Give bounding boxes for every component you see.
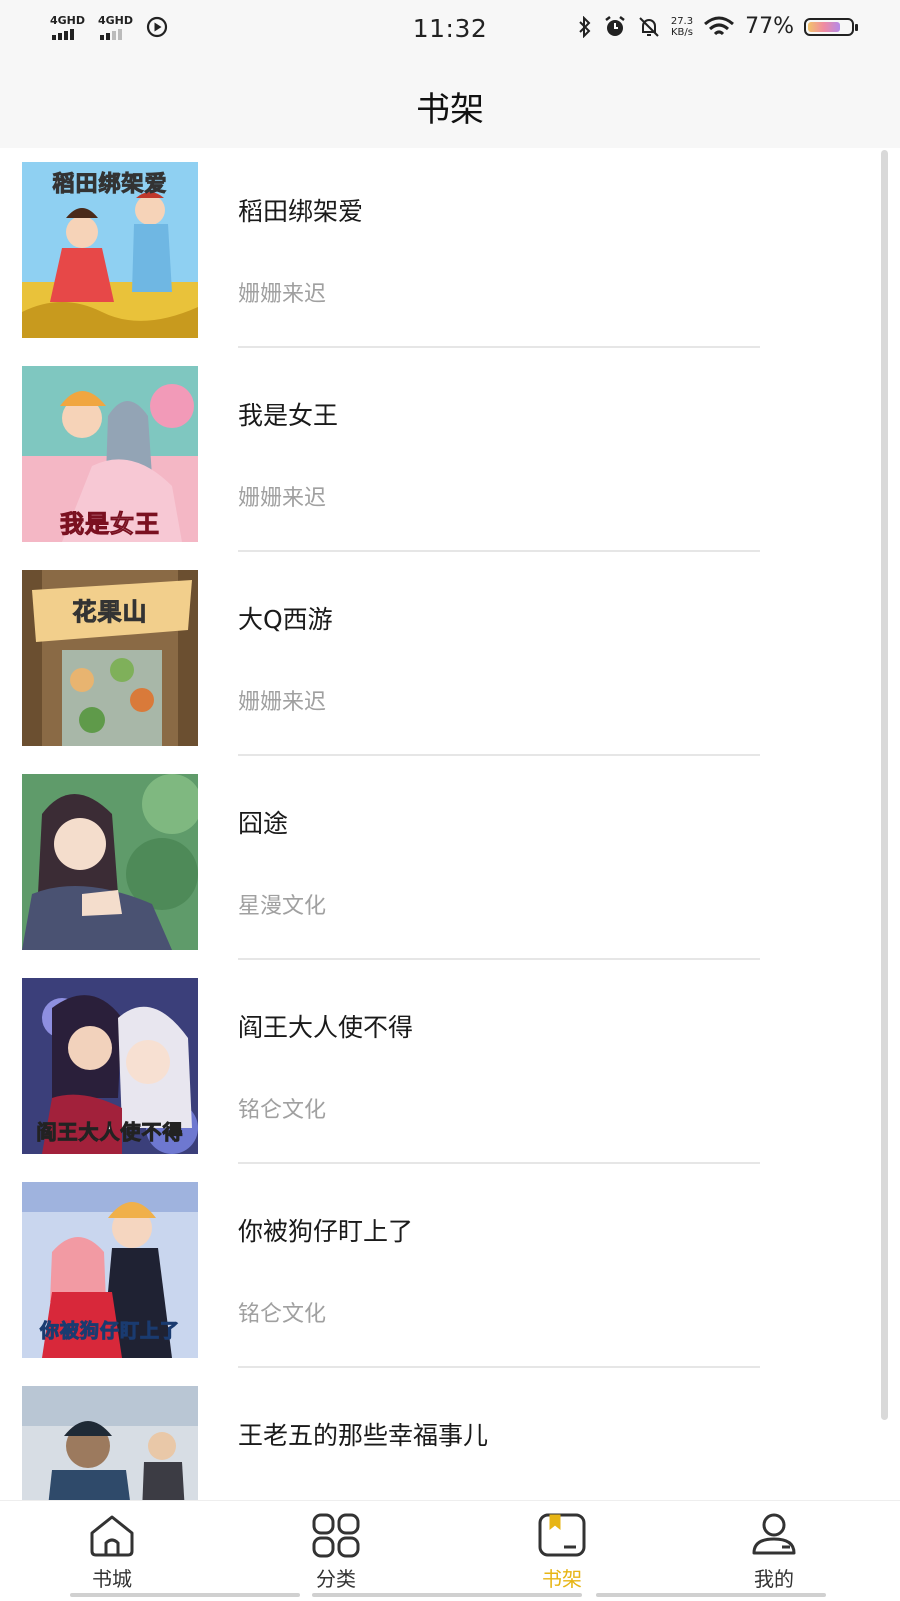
book-item[interactable]: 阎王大人使不得 阎王大人使不得 铭仑文化 bbox=[0, 964, 900, 1168]
book-title[interactable]: 王老五的那些幸福事儿 bbox=[238, 1416, 488, 1452]
book-item[interactable]: 我是女王 我是女王 姗姗来迟 bbox=[0, 352, 900, 556]
alarm-icon bbox=[605, 15, 625, 36]
status-right: 27.3 KB/s 77% bbox=[577, 14, 858, 39]
tab-mine[interactable]: 我的 bbox=[714, 1511, 834, 1601]
nav-underline bbox=[312, 1593, 582, 1597]
user-icon bbox=[752, 1513, 796, 1555]
book-author: 铭仑文化 bbox=[238, 1302, 327, 1327]
divider bbox=[238, 754, 760, 756]
tab-label: 分类 bbox=[316, 1567, 356, 1591]
divider bbox=[238, 346, 760, 348]
divider bbox=[238, 958, 760, 960]
book-author: 姗姗来迟 bbox=[238, 282, 327, 307]
top-app-bar: 书架 bbox=[0, 58, 900, 148]
battery-percent: 77% bbox=[745, 14, 794, 39]
cover-title-text: 我是女王 bbox=[60, 510, 160, 539]
book-item[interactable]: 稻田绑架爱 稻田绑架爱 姗姗来迟 bbox=[0, 148, 900, 352]
wifi-icon bbox=[704, 16, 735, 35]
book-cover[interactable] bbox=[22, 1386, 198, 1500]
book-item[interactable]: 囧途 星漫文化 bbox=[0, 760, 900, 964]
page-title: 书架 bbox=[416, 90, 484, 130]
cover-title-text: 阎王大人使不得 bbox=[36, 1120, 184, 1145]
tab-bookshelf[interactable]: 书架 bbox=[502, 1511, 622, 1601]
book-author: 星漫文化 bbox=[238, 894, 327, 919]
book-cover[interactable]: 我是女王 bbox=[22, 366, 198, 542]
book-title[interactable]: 稻田绑架爱 bbox=[238, 192, 363, 228]
book-author: 铭仑文化 bbox=[238, 1098, 327, 1123]
tab-label: 书架 bbox=[542, 1567, 582, 1591]
cover-title-text: 稻田绑架爱 bbox=[52, 172, 168, 198]
tab-label: 我的 bbox=[754, 1567, 794, 1591]
divider bbox=[238, 550, 760, 552]
bluetooth-icon bbox=[579, 15, 591, 38]
cover-title-text: 你被狗仔盯上了 bbox=[39, 1320, 180, 1343]
bookshelf-icon bbox=[538, 1513, 586, 1557]
speed-unit: KB/s bbox=[670, 26, 693, 38]
book-cover[interactable]: 稻田绑架爱 bbox=[22, 162, 198, 338]
book-cover-art bbox=[22, 774, 198, 950]
scrollbar[interactable] bbox=[881, 150, 888, 1420]
book-author: 姗姗来迟 bbox=[238, 486, 327, 511]
book-title[interactable]: 大Q西游 bbox=[238, 600, 333, 636]
book-item[interactable]: 王老五的那些幸福事儿 bbox=[0, 1372, 900, 1500]
book-title[interactable]: 你被狗仔盯上了 bbox=[238, 1212, 413, 1248]
network-speed: 27.3 KB/s bbox=[671, 16, 693, 38]
divider bbox=[238, 1162, 760, 1164]
book-title[interactable]: 阎王大人使不得 bbox=[238, 1008, 413, 1044]
book-cover-art bbox=[22, 1386, 198, 1500]
battery-icon bbox=[804, 17, 858, 36]
book-cover[interactable] bbox=[22, 774, 198, 950]
bookshelf-list[interactable]: 稻田绑架爱 稻田绑架爱 姗姗来迟 我是女王 我是女王 姗姗来迟 花果山 大Q西游… bbox=[0, 148, 900, 1500]
book-cover[interactable]: 阎王大人使不得 bbox=[22, 978, 198, 1154]
tab-label: 书城 bbox=[92, 1567, 132, 1591]
grid-icon bbox=[312, 1513, 360, 1558]
nav-underline bbox=[596, 1593, 826, 1597]
nav-underline bbox=[70, 1593, 300, 1597]
book-title[interactable]: 我是女王 bbox=[238, 396, 338, 432]
cover-title-text: 花果山 bbox=[72, 598, 148, 627]
tab-bookstore[interactable]: 书城 bbox=[52, 1511, 172, 1601]
book-item[interactable]: 花果山 大Q西游 姗姗来迟 bbox=[0, 556, 900, 760]
book-item[interactable]: 你被狗仔盯上了 你被狗仔盯上了 铭仑文化 bbox=[0, 1168, 900, 1372]
book-cover[interactable]: 花果山 bbox=[22, 570, 198, 746]
status-bar: 4GHD 4GHD 11:32 27.3 KB/s 77% bbox=[0, 0, 900, 58]
bottom-nav: 书城 分类 书架 我的 bbox=[0, 1500, 900, 1601]
speed-value: 27.3 bbox=[670, 15, 694, 27]
book-author: 姗姗来迟 bbox=[238, 690, 327, 715]
mute-notification-icon bbox=[639, 16, 659, 37]
battery-fill bbox=[808, 21, 840, 32]
book-cover[interactable]: 你被狗仔盯上了 bbox=[22, 1182, 198, 1358]
home-icon bbox=[90, 1515, 134, 1557]
tab-category[interactable]: 分类 bbox=[276, 1511, 396, 1601]
divider bbox=[238, 1366, 760, 1368]
book-title[interactable]: 囧途 bbox=[238, 804, 288, 840]
